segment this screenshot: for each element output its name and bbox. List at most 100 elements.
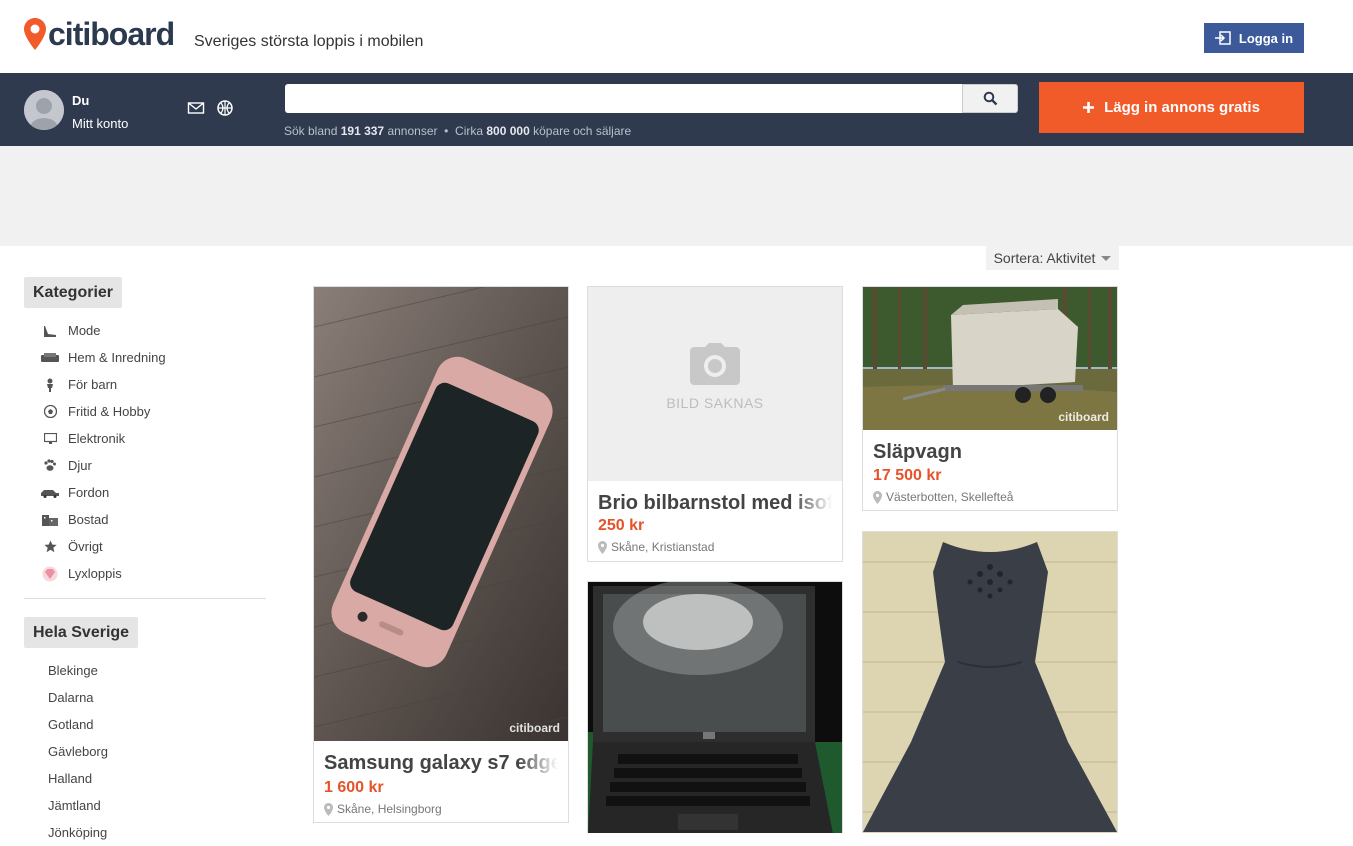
category-item-hem[interactable]: Hem & Inredning <box>40 344 166 371</box>
region-item[interactable]: Dalarna <box>48 684 108 711</box>
listing-image[interactable]: citiboard <box>863 287 1117 430</box>
main-navbar: Du Mitt konto Sök bland 191 337 annonser… <box>0 73 1353 146</box>
listing-price: 1 600 kr <box>324 779 384 796</box>
region-item[interactable]: Jämtland <box>48 792 108 819</box>
category-item-lyxloppis[interactable]: Lyxloppis <box>40 560 166 587</box>
sort-dropdown[interactable]: Sortera: Aktivitet <box>986 246 1119 270</box>
region-item[interactable]: Halland <box>48 765 108 792</box>
listing-title[interactable]: Brio bilbarnstol med isofix <box>598 492 832 515</box>
users-count: 800 000 <box>486 124 530 138</box>
location-text: Skåne, Helsingborg <box>337 802 442 816</box>
dress-photo <box>863 532 1117 833</box>
tagline: Sveriges största loppis i mobilen <box>194 33 424 50</box>
category-item-djur[interactable]: Djur <box>40 452 166 479</box>
region-item[interactable]: Gävleborg <box>48 738 108 765</box>
football-icon <box>40 405 60 419</box>
regions-heading[interactable]: Hela Sverige <box>24 617 139 648</box>
search-icon <box>983 91 997 106</box>
ads-count: 191 337 <box>340 124 385 138</box>
post-ad-label: Lägg in annons gratis <box>1104 99 1260 116</box>
listing-card[interactable]: BILD SAKNAS Brio bilbarnstol med isofix … <box>587 286 843 562</box>
ad-banner-area <box>0 146 1353 246</box>
listing-location: Västerbotten, Skellefteå <box>873 490 1013 504</box>
login-label: Logga in <box>1238 30 1294 46</box>
region-list: Blekinge Dalarna Gotland Gävleborg Halla… <box>48 657 108 846</box>
avatar[interactable] <box>24 90 64 130</box>
category-item-mode[interactable]: Mode <box>40 317 166 344</box>
category-label: Fritid & Hobby <box>68 404 151 419</box>
category-list: Mode Hem & Inredning För barn Fritid & H… <box>40 317 166 587</box>
user-name[interactable]: Du <box>72 93 89 108</box>
category-item-fordon[interactable]: Fordon <box>40 479 166 506</box>
category-label: Elektronik <box>68 431 126 446</box>
category-item-ovrigt[interactable]: Övrigt <box>40 533 166 560</box>
listing-card[interactable]: citiboard Samsung galaxy s7 edge 1 600 k… <box>313 286 569 823</box>
category-item-fritid[interactable]: Fritid & Hobby <box>40 398 166 425</box>
sidebar-divider <box>24 598 266 599</box>
category-label: För barn <box>68 377 118 392</box>
login-button[interactable]: Logga in <box>1204 23 1304 53</box>
listing-price: 250 kr <box>598 517 645 534</box>
post-ad-button[interactable]: Lägg in annons gratis <box>1039 82 1304 133</box>
listing-image-placeholder[interactable]: BILD SAKNAS <box>588 287 842 481</box>
location-text: Västerbotten, Skellefteå <box>886 490 1014 504</box>
chevron-down-icon <box>1101 255 1112 261</box>
listing-image[interactable] <box>588 582 842 833</box>
search-button[interactable] <box>962 84 1018 113</box>
logo-text: citiboard <box>48 16 175 52</box>
listing-card[interactable] <box>862 531 1118 833</box>
diamond-icon <box>40 566 60 581</box>
stats-prefix: Sök bland <box>284 124 338 138</box>
listing-card[interactable] <box>587 581 843 833</box>
location-pin-icon <box>324 802 333 816</box>
sort-value: Aktivitet <box>1046 250 1096 266</box>
listing-image[interactable] <box>863 532 1117 833</box>
my-account-link[interactable]: Mitt konto <box>72 116 128 131</box>
category-label: Övrigt <box>68 539 103 554</box>
camera-icon <box>690 343 740 385</box>
top-header: citiboard Sveriges största loppis i mobi… <box>0 0 1353 73</box>
listing-location: Skåne, Helsingborg <box>324 802 442 816</box>
listing-price: 17 500 kr <box>873 467 942 484</box>
search-input[interactable] <box>285 84 962 113</box>
category-item-barn[interactable]: För barn <box>40 371 166 398</box>
category-label: Fordon <box>68 485 110 500</box>
location-text: Skåne, Kristianstad <box>611 540 715 554</box>
laptop-photo <box>588 582 842 833</box>
star-icon <box>40 540 60 554</box>
shoe-icon <box>40 324 60 338</box>
category-label: Djur <box>68 458 92 473</box>
location-pin-icon <box>598 540 607 554</box>
sofa-icon <box>40 351 60 365</box>
listing-card[interactable]: citiboard Släpvagn 17 500 kr Västerbotte… <box>862 286 1118 511</box>
paw-icon <box>40 459 60 473</box>
phone-photo <box>314 287 568 741</box>
default-avatar-icon <box>24 90 64 130</box>
category-label: Mode <box>68 323 101 338</box>
region-item[interactable]: Gotland <box>48 711 108 738</box>
location-pin-icon <box>873 490 882 504</box>
location-pin-logo-icon <box>24 18 46 50</box>
category-item-bostad[interactable]: Bostad <box>40 506 166 533</box>
listing-image[interactable]: citiboard <box>314 287 568 741</box>
search-stats: Sök bland 191 337 annonser • Cirka 800 0… <box>284 124 631 138</box>
listing-watermark: citiboard <box>1058 410 1109 424</box>
listing-title[interactable]: Samsung galaxy s7 edge <box>324 752 558 775</box>
child-icon <box>40 378 60 392</box>
listing-location: Skåne, Kristianstad <box>598 540 714 554</box>
stats-mid: annonser • Cirka <box>387 124 484 138</box>
listing-watermark: citiboard <box>509 721 560 735</box>
no-image-label: BILD SAKNAS <box>666 395 764 411</box>
plus-icon <box>1083 102 1095 113</box>
listing-title[interactable]: Släpvagn <box>873 441 1107 464</box>
sort-label: Sortera: <box>993 250 1044 266</box>
region-item[interactable]: Blekinge <box>48 657 108 684</box>
globe-icon[interactable] <box>216 99 234 117</box>
category-item-elektronik[interactable]: Elektronik <box>40 425 166 452</box>
mail-icon[interactable] <box>187 99 205 117</box>
monitor-icon <box>40 432 60 446</box>
category-label: Lyxloppis <box>68 566 122 581</box>
car-icon <box>40 486 60 500</box>
citiboard-logo[interactable]: citiboard <box>24 16 175 52</box>
category-label: Hem & Inredning <box>68 350 166 365</box>
